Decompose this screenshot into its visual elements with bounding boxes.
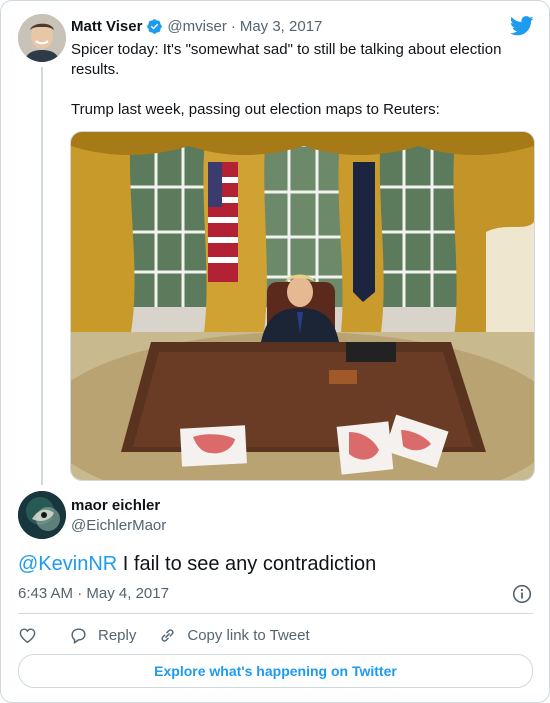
info-icon[interactable] — [512, 584, 532, 604]
tweet-date: May 4, 2017 — [86, 585, 169, 602]
main-tweet-text: @KevinNR I fail to see any contradiction — [18, 552, 376, 576]
verified-badge-icon — [147, 19, 163, 34]
main-avatar[interactable] — [18, 491, 66, 539]
parent-tweet-text: Spicer today: It's "somewhat sad" to sti… — [71, 40, 516, 120]
link-icon — [161, 628, 174, 642]
heart-icon — [19, 627, 36, 643]
parent-author-handle[interactable]: @mviser — [167, 18, 226, 35]
parent-paragraph: Spicer today: It's "somewhat sad" to sti… — [71, 41, 502, 78]
explore-label: Explore what's happening on Twitter — [154, 663, 397, 679]
divider — [18, 613, 533, 614]
header-separator: · — [230, 18, 236, 35]
twitter-bird-icon[interactable] — [510, 16, 534, 36]
mention-link[interactable]: @KevinNR — [18, 553, 117, 575]
parent-date[interactable]: May 3, 2017 — [240, 18, 323, 35]
reply-button[interactable]: Reply — [69, 626, 136, 645]
action-bar: Reply Copy link to Tweet — [18, 625, 332, 645]
main-author-name[interactable]: maor eichler — [71, 497, 160, 514]
tweet-time: 6:43 AM — [18, 585, 74, 602]
copy-link-label: Copy link to Tweet — [187, 626, 310, 644]
tweet-timestamp[interactable]: 6:43 AM · May 4, 2017 — [18, 585, 169, 602]
reply-label: Reply — [98, 626, 137, 644]
reply-icon — [71, 627, 86, 644]
tweet-body: I fail to see any contradiction — [117, 553, 377, 575]
parent-paragraph: Trump last week, passing out election ma… — [71, 101, 440, 118]
tweet-embed-card: Matt Viser @mviser · May 3, 2017 Spicer … — [0, 0, 550, 703]
parent-avatar[interactable] — [18, 14, 66, 62]
parent-author-name[interactable]: Matt Viser — [71, 18, 142, 35]
main-author-handle[interactable]: @EichlerMaor — [71, 517, 166, 534]
thread-line — [41, 67, 43, 485]
parent-header: Matt Viser @mviser · May 3, 2017 — [71, 18, 322, 35]
copy-link-button[interactable]: Copy link to Tweet — [158, 626, 310, 645]
oval-office-photo[interactable] — [70, 131, 535, 481]
like-button[interactable] — [18, 626, 47, 645]
timestamp-separator: · — [77, 585, 83, 602]
explore-twitter-button[interactable]: Explore what's happening on Twitter — [18, 654, 533, 688]
